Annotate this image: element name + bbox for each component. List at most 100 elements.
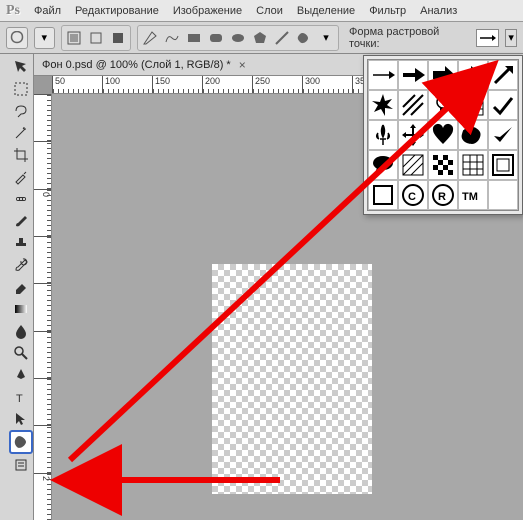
shape-arrow-chevron-icon[interactable]	[458, 60, 488, 90]
blur-tool-icon[interactable]	[10, 320, 32, 342]
menu-analysis[interactable]: Анализ	[420, 5, 457, 17]
toolbox: T	[8, 54, 34, 520]
ruler-tick: 50	[52, 76, 102, 93]
menu-bar: Ps Файл Редактирование Изображение Слои …	[0, 0, 523, 22]
custom-shape-icon[interactable]	[294, 28, 314, 48]
svg-text:T: T	[16, 393, 23, 405]
shape-fleur-de-lis-icon[interactable]	[368, 120, 398, 150]
close-tab-icon[interactable]: ×	[239, 58, 246, 72]
ruler-tick	[34, 141, 51, 188]
shape-kind-group: ▾	[137, 25, 339, 51]
dropdown-icon[interactable]: ▾	[34, 27, 56, 49]
shape-heart-icon[interactable]	[428, 120, 458, 150]
ruler-tick	[34, 94, 51, 141]
ruler-tick	[34, 425, 51, 472]
ruler-vertical: 0 2	[34, 94, 52, 520]
ruler-tick: 2	[34, 473, 51, 520]
shape-grid-icon[interactable]	[458, 150, 488, 180]
ruler-tick	[34, 283, 51, 330]
shape-tick-stroke-icon[interactable]	[488, 90, 518, 120]
shape-blob-icon[interactable]	[458, 120, 488, 150]
shape-checker-icon[interactable]	[428, 150, 458, 180]
pen-icon[interactable]	[140, 28, 160, 48]
stamp-tool-icon[interactable]	[10, 232, 32, 254]
shape-arrow-heavy-icon[interactable]	[428, 60, 458, 90]
options-bar: ▾ ▾ Форма растровой точки: ▾	[0, 22, 523, 54]
document-title: Фон 0.psd @ 100% (Слой 1, RGB/8) *	[42, 59, 231, 71]
shape-arrow-thin-icon[interactable]	[368, 60, 398, 90]
app-logo: Ps	[6, 3, 20, 19]
menu-edit[interactable]: Редактирование	[75, 5, 159, 17]
shape-diag-hatch-icon[interactable]	[398, 150, 428, 180]
ellipse-icon[interactable]	[228, 28, 248, 48]
svg-text:R: R	[438, 191, 446, 203]
shape-lightbulb-icon[interactable]	[428, 90, 458, 120]
notes-tool-icon[interactable]	[10, 454, 32, 476]
ruler-tick: 200	[202, 76, 252, 93]
svg-text:C: C	[408, 191, 416, 203]
history-brush-tool-icon[interactable]	[10, 254, 32, 276]
ruler-tick: 150	[152, 76, 202, 93]
shape-label: Форма растровой точки:	[349, 26, 470, 50]
mode-group	[61, 25, 131, 51]
menu-filter[interactable]: Фильтр	[369, 5, 406, 17]
move-tool-icon[interactable]	[10, 56, 32, 78]
shape-options-caret-icon[interactable]: ▾	[316, 28, 336, 48]
type-tool-icon[interactable]: T	[10, 386, 32, 408]
ruler-tick	[34, 378, 51, 425]
shape-diag-lines-icon[interactable]	[398, 90, 428, 120]
svg-text:TM: TM	[462, 191, 478, 203]
menu-layers[interactable]: Слои	[256, 5, 283, 17]
eyedropper-tool-icon[interactable]	[10, 166, 32, 188]
shape-arrow-bold-icon[interactable]	[398, 60, 428, 90]
shape-picker-panel: C R TM	[363, 55, 523, 215]
line-icon[interactable]	[272, 28, 292, 48]
shape-speech-bubble-icon[interactable]	[368, 150, 398, 180]
marquee-tool-icon[interactable]	[10, 78, 32, 100]
shape-frame-icon[interactable]	[488, 150, 518, 180]
ruler-tick: 0	[34, 189, 51, 236]
path-select-tool-icon[interactable]	[10, 408, 32, 430]
menu-image[interactable]: Изображение	[173, 5, 242, 17]
pen-tool-icon[interactable]	[10, 364, 32, 386]
shape-check-icon[interactable]	[488, 120, 518, 150]
rectangle-icon[interactable]	[184, 28, 204, 48]
rounded-rect-icon[interactable]	[206, 28, 226, 48]
shape-square-outline-icon[interactable]	[368, 180, 398, 210]
tool-preset-button[interactable]	[6, 27, 28, 49]
healing-tool-icon[interactable]	[10, 188, 32, 210]
shape-hatch-box-icon[interactable]	[458, 90, 488, 120]
shape-registered-icon[interactable]: R	[428, 180, 458, 210]
shape-copyright-icon[interactable]: C	[398, 180, 428, 210]
fill-mode-icon[interactable]	[108, 28, 128, 48]
shape-arrow-diag-icon[interactable]	[488, 60, 518, 90]
ruler-tick: 100	[102, 76, 152, 93]
wand-tool-icon[interactable]	[10, 122, 32, 144]
dodge-tool-icon[interactable]	[10, 342, 32, 364]
panel-spacer	[0, 54, 8, 520]
shape-preview[interactable]	[476, 29, 499, 47]
menu-select[interactable]: Выделение	[297, 5, 355, 17]
shape-empty-icon[interactable]	[488, 180, 518, 210]
ruler-tick	[34, 236, 51, 283]
transparent-canvas-region	[212, 264, 372, 494]
ruler-tick: 300	[302, 76, 352, 93]
ruler-tick: 250	[252, 76, 302, 93]
lasso-tool-icon[interactable]	[10, 100, 32, 122]
shape-starburst-icon[interactable]	[368, 90, 398, 120]
shape-grid: C R TM	[367, 59, 519, 211]
shape-cross-arrows-icon[interactable]	[398, 120, 428, 150]
path-mode-icon[interactable]	[86, 28, 106, 48]
menu-file[interactable]: Файл	[34, 5, 61, 17]
gradient-tool-icon[interactable]	[10, 298, 32, 320]
shape-trademark-icon[interactable]: TM	[458, 180, 488, 210]
freeform-pen-icon[interactable]	[162, 28, 182, 48]
brush-tool-icon[interactable]	[10, 210, 32, 232]
custom-shape-tool-icon[interactable]	[9, 430, 33, 454]
shape-layer-mode-icon[interactable]	[64, 28, 84, 48]
ruler-tick	[34, 331, 51, 378]
crop-tool-icon[interactable]	[10, 144, 32, 166]
shape-dropdown-caret[interactable]: ▾	[505, 29, 517, 47]
eraser-tool-icon[interactable]	[10, 276, 32, 298]
polygon-icon[interactable]	[250, 28, 270, 48]
